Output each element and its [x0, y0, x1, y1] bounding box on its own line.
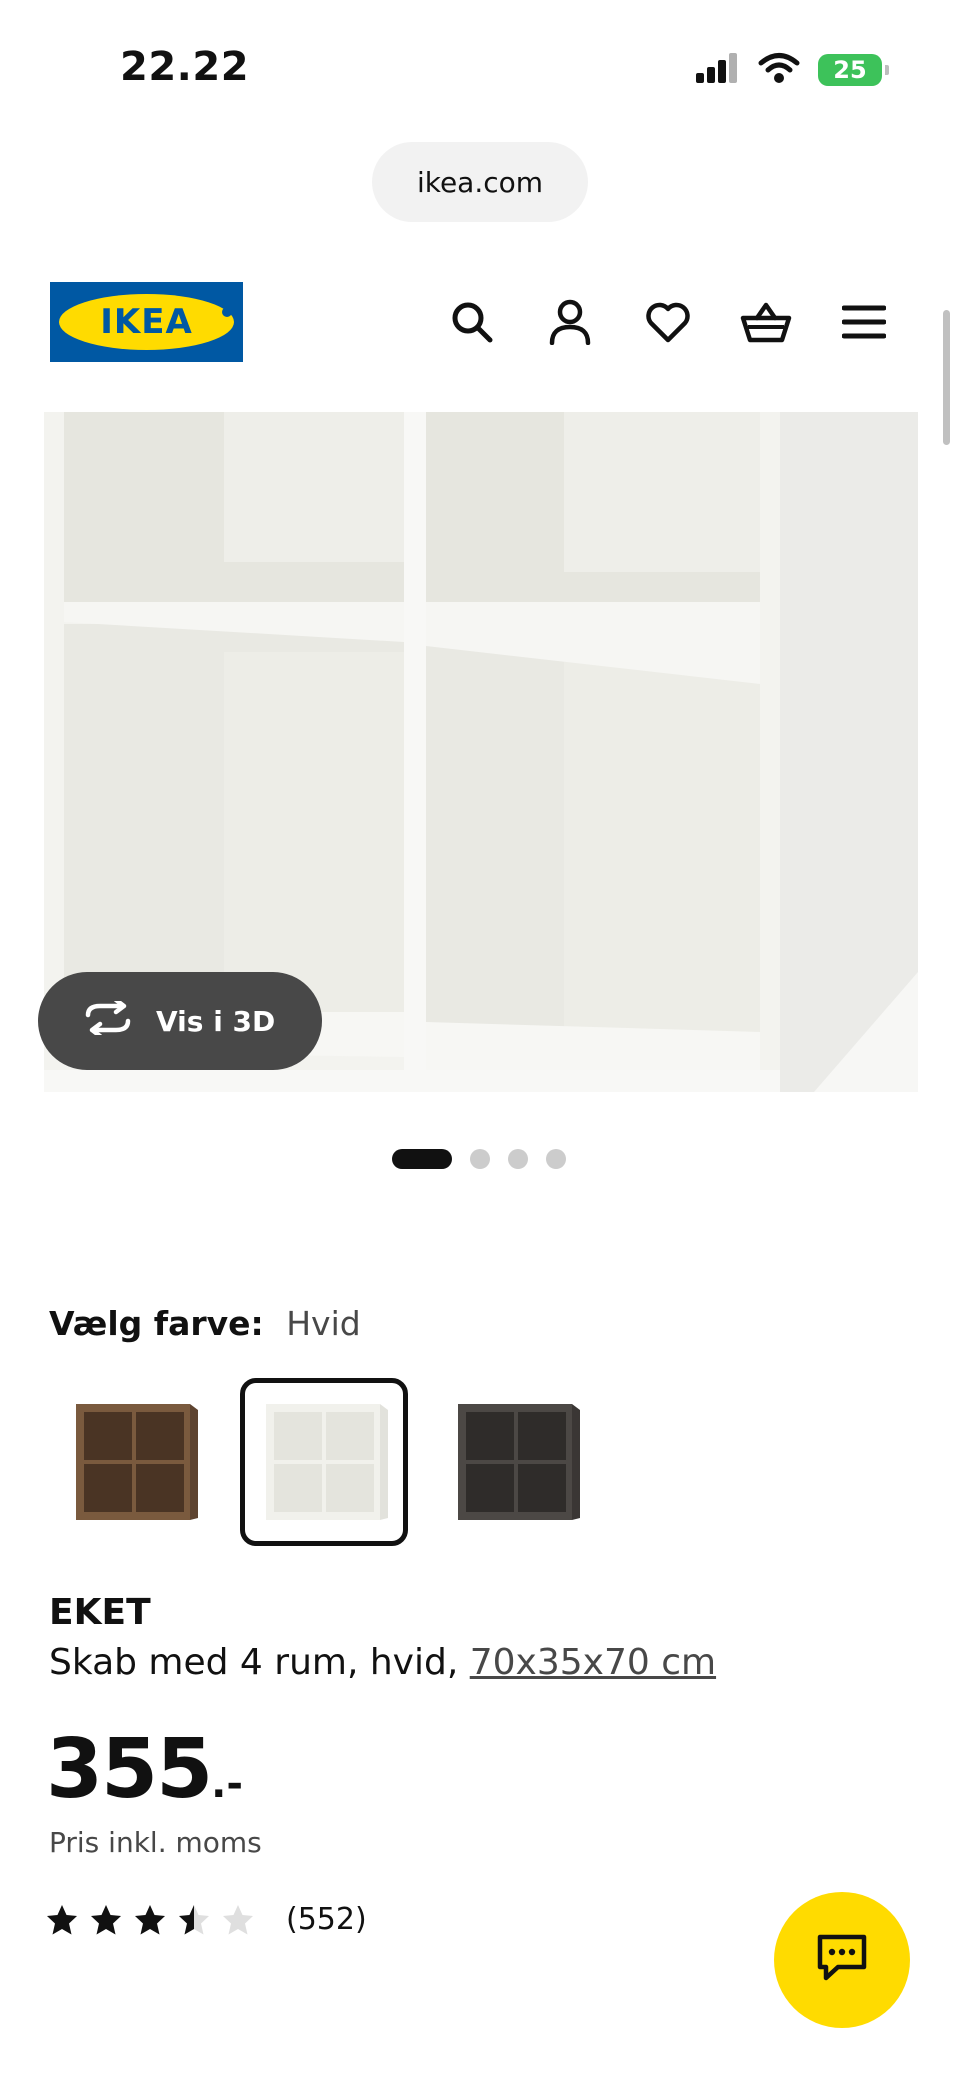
view-3d-button[interactable]: Vis i 3D: [38, 972, 322, 1070]
scroll-indicator[interactable]: [943, 310, 950, 445]
color-value: Hvid: [286, 1304, 361, 1343]
color-swatch-dark-grey[interactable]: [432, 1378, 600, 1546]
status-time: 22.22: [120, 44, 250, 90]
product-rating[interactable]: (552): [46, 1902, 367, 1937]
status-icons: 25: [696, 52, 889, 88]
color-swatch-white[interactable]: [240, 1378, 408, 1546]
color-selection: Vælg farve: Hvid: [49, 1304, 361, 1343]
search-icon[interactable]: [444, 294, 500, 350]
pagination-dot[interactable]: [508, 1149, 528, 1169]
price-suffix: .-: [211, 1761, 243, 1807]
star-icon: [135, 1904, 165, 1934]
color-label: Vælg farve:: [49, 1304, 264, 1343]
view-3d-label: Vis i 3D: [156, 1004, 276, 1038]
price-integer: 355: [46, 1722, 213, 1817]
product-description-text: Skab med 4 rum, hvid,: [49, 1642, 470, 1683]
ikea-logo[interactable]: IKEA: [50, 282, 243, 362]
pagination-dot[interactable]: [470, 1149, 490, 1169]
star-icon: [47, 1904, 77, 1934]
signal-icon: [696, 53, 740, 87]
url-text: ikea.com: [416, 165, 544, 199]
color-swatch-walnut[interactable]: [50, 1378, 218, 1546]
heart-icon[interactable]: [640, 294, 696, 350]
pagination-dot[interactable]: [546, 1149, 566, 1169]
star-icon: [223, 1904, 253, 1934]
account-icon[interactable]: [542, 294, 598, 350]
star-icon: [91, 1904, 121, 1934]
image-pagination: [392, 1149, 566, 1169]
logo-text: IKEA: [100, 302, 193, 342]
rotate-3d-icon: [82, 997, 134, 1042]
pagination-dot[interactable]: [392, 1149, 452, 1169]
star-icon: [179, 1904, 209, 1934]
registered-mark: [222, 307, 232, 317]
product-description: Skab med 4 rum, hvid, 70x35x70 cm: [49, 1642, 716, 1683]
menu-icon[interactable]: [836, 294, 892, 350]
product-price: 355.-: [46, 1722, 243, 1817]
product-size-link[interactable]: 70x35x70 cm: [470, 1642, 716, 1683]
basket-icon[interactable]: [738, 294, 794, 350]
logo-oval: IKEA: [59, 294, 234, 350]
wifi-icon: [758, 52, 800, 88]
battery-icon: 25: [818, 54, 889, 86]
battery-level: 25: [833, 56, 867, 84]
chat-button[interactable]: [774, 1892, 910, 2028]
url-bar[interactable]: ikea.com: [372, 142, 588, 222]
product-name: EKET: [49, 1592, 151, 1633]
review-count[interactable]: (552): [286, 1902, 367, 1937]
price-note: Pris inkl. moms: [49, 1826, 262, 1859]
chat-icon: [814, 1933, 870, 1987]
rating-stars: [46, 1904, 266, 1936]
